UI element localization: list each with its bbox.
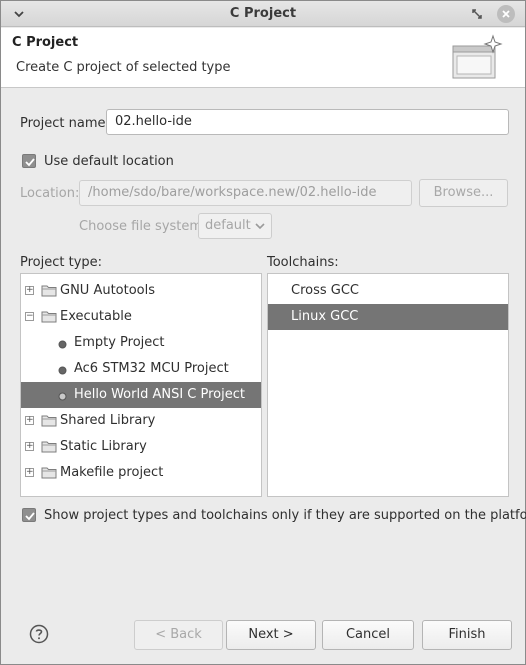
- project-type-tree[interactable]: + GNU Autotools − Executable Empty Project Ac…: [20, 273, 262, 497]
- wizard-header: C Project Create C project of selected t…: [1, 28, 525, 88]
- tree-item[interactable]: + GNU Autotools: [21, 278, 261, 304]
- location-input[interactable]: /home/sdo/bare/workspace.new/02.hello-id…: [79, 180, 412, 206]
- tree-item-label: Makefile project: [60, 465, 164, 480]
- tree-item[interactable]: Empty Project: [21, 330, 261, 356]
- file-system-value: default: [205, 218, 251, 233]
- cancel-button[interactable]: Cancel: [322, 620, 414, 650]
- bullet-icon: [58, 338, 67, 353]
- toolchain-item-label: Cross GCC: [291, 283, 359, 298]
- tree-item[interactable]: + Shared Library: [21, 408, 261, 434]
- collapse-icon[interactable]: −: [25, 312, 34, 321]
- help-icon[interactable]: [29, 624, 49, 644]
- toolchains-list[interactable]: Cross GCC Linux GCC: [267, 273, 509, 497]
- back-button[interactable]: < Back: [134, 620, 223, 650]
- checkmark-icon: [25, 158, 35, 167]
- c-project-dialog: C Project C Project Create C project of …: [0, 0, 526, 665]
- folder-icon: [41, 284, 57, 301]
- tree-item[interactable]: Ac6 STM32 MCU Project: [21, 356, 261, 382]
- tree-item-label: GNU Autotools: [60, 283, 156, 298]
- toolchain-item[interactable]: Linux GCC: [268, 304, 508, 330]
- tree-item-label: Shared Library: [60, 413, 156, 428]
- toolchains-label: Toolchains:: [267, 255, 339, 270]
- folder-icon: [41, 440, 57, 457]
- folder-icon: [41, 310, 57, 327]
- file-system-label: Choose file system:: [79, 219, 207, 234]
- chevron-down-icon: [255, 223, 265, 230]
- location-label: Location:: [20, 186, 80, 201]
- page-subtitle: Create C project of selected type: [16, 60, 231, 75]
- tree-item[interactable]: + Static Library: [21, 434, 261, 460]
- title-bar: C Project: [1, 1, 525, 27]
- tree-item[interactable]: + Makefile project: [21, 460, 261, 486]
- project-name-input[interactable]: 02.hello-ide: [106, 109, 509, 135]
- tree-item-label: Static Library: [60, 439, 147, 454]
- page-title: C Project: [12, 35, 79, 50]
- tree-item-label: Empty Project: [74, 335, 165, 350]
- finish-button[interactable]: Finish: [422, 620, 512, 650]
- new-project-wizard-icon: [449, 34, 503, 82]
- supported-only-label: Show project types and toolchains only i…: [44, 508, 526, 523]
- window-title: C Project: [229, 6, 297, 21]
- project-name-label: Project name:: [20, 116, 110, 131]
- checkmark-icon: [25, 512, 35, 521]
- tree-item-label: Hello World ANSI C Project: [74, 387, 245, 402]
- toolchain-item-label: Linux GCC: [291, 309, 359, 324]
- folder-icon: [41, 466, 57, 483]
- tree-item[interactable]: − Executable: [21, 304, 261, 330]
- use-default-location-checkbox[interactable]: [22, 154, 36, 168]
- folder-icon: [41, 414, 57, 431]
- supported-only-checkbox[interactable]: [22, 508, 36, 522]
- tree-item-label: Executable: [60, 309, 132, 324]
- use-default-location-label: Use default location: [44, 154, 174, 169]
- file-system-select[interactable]: default: [198, 213, 272, 239]
- tree-item-label: Ac6 STM32 MCU Project: [74, 361, 229, 376]
- expand-icon[interactable]: +: [25, 442, 34, 451]
- next-button[interactable]: Next >: [226, 620, 316, 650]
- tree-item[interactable]: Hello World ANSI C Project: [21, 382, 261, 408]
- project-type-label: Project type:: [20, 255, 103, 270]
- toolchain-item[interactable]: Cross GCC: [268, 278, 508, 304]
- bullet-icon: [58, 364, 67, 379]
- expand-icon[interactable]: +: [25, 286, 34, 295]
- expand-icon[interactable]: +: [25, 416, 34, 425]
- browse-button[interactable]: Browse...: [419, 179, 508, 207]
- maximize-icon[interactable]: [470, 7, 484, 21]
- close-icon[interactable]: [497, 5, 515, 23]
- expand-icon[interactable]: +: [25, 468, 34, 477]
- bullet-icon: [58, 390, 67, 405]
